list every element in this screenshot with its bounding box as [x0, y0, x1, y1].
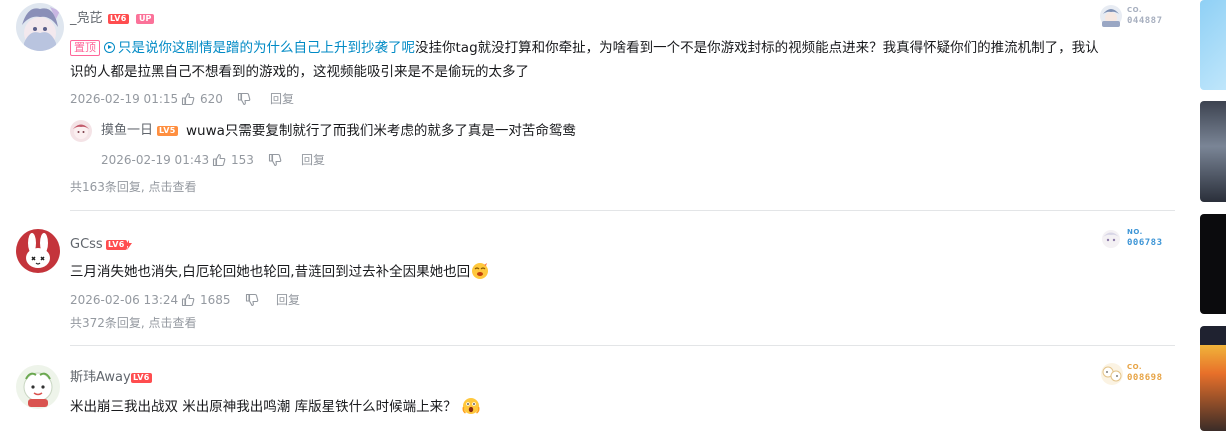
fan-badge-label: CO.: [1127, 6, 1143, 14]
sub-reply-meta: 2026-02-19 01:43 153 回复: [101, 152, 401, 168]
avatar[interactable]: [16, 365, 60, 409]
comment-item: _凫芘 LV6 UP CO. 044887 置顶 只是说你这剧情是蹭的为什么自己上…: [0, 0, 1186, 200]
reply-button[interactable]: 回复: [276, 292, 300, 308]
like-count: 620: [200, 92, 223, 106]
up-badge: UP: [136, 14, 155, 24]
level-badge: LV6: [131, 373, 152, 383]
fan-badge-label: CO.: [1127, 363, 1143, 371]
like-count: 1685: [200, 293, 231, 307]
username[interactable]: 斯玮Away: [70, 370, 131, 386]
fan-badge-number: 044887: [1127, 16, 1163, 26]
thumb-down-icon[interactable]: [268, 153, 282, 167]
comment-feed: _凫芘 LV6 UP CO. 044887 置顶 只是说你这剧情是蹭的为什么自己上…: [0, 0, 1186, 431]
thumb-down-icon[interactable]: [245, 293, 259, 307]
comment-item: 斯玮Away LV6 CO. 008698 米出崩三我出战双 米出原神我出鸣潮 …: [0, 355, 1186, 431]
level-badge: LV6: [108, 14, 129, 24]
view-replies-link[interactable]: 共163条回复, 点击查看: [70, 179, 197, 195]
comment-item: GCss LV6 NO. 006783 三月消失她也消失,白厄轮回她也轮回,昔涟…: [0, 222, 1186, 342]
thumb-up-icon[interactable]: [181, 293, 195, 307]
level-badge: LV6: [106, 240, 127, 250]
comment-text-body: 米出崩三我出战双 米出原神我出鸣潮 库版星铁什么时候端上来？: [70, 399, 457, 415]
username[interactable]: _凫芘: [70, 11, 103, 27]
reply-button[interactable]: 回复: [270, 91, 294, 107]
video-jump-text: 只是说你这剧情是蹭的为什么自己上升到抄袭了呢: [118, 40, 415, 56]
comment-text-body: 三月消失她也消失,白厄轮回她也轮回,昔涟回到过去补全因果她也回: [70, 264, 471, 280]
comment-divider: [70, 210, 1175, 211]
thumb-up-icon[interactable]: [212, 153, 226, 167]
sub-reply-avatar[interactable]: [70, 120, 92, 142]
sub-reply-time: 2026-02-19 01:43: [101, 153, 210, 167]
fan-badge: CO. 008698: [1099, 361, 1169, 387]
fan-badge-icon: [1102, 230, 1120, 248]
related-video-thumbnail[interactable]: [1200, 0, 1226, 90]
comment-time: 2026-02-19 01:15: [70, 92, 179, 106]
comment-meta: 2026-02-06 13:24 1685 回复: [70, 292, 470, 308]
fan-badge-label: NO.: [1127, 228, 1143, 236]
pinned-tag: 置顶: [70, 40, 100, 56]
emoji-icon: [472, 263, 489, 279]
fan-badge-icon: [1101, 363, 1123, 385]
related-video-thumbnail[interactable]: [1200, 214, 1226, 314]
play-circle-icon: [104, 42, 115, 53]
related-video-thumbnail[interactable]: [1200, 326, 1226, 431]
comment-time: 2026-02-06 13:24: [70, 293, 179, 307]
comment-text: 米出崩三我出战双 米出原神我出鸣潮 库版星铁什么时候端上来？: [70, 395, 1170, 419]
avatar[interactable]: [16, 3, 64, 51]
comment-meta: 2026-02-19 01:15 620 回复: [70, 91, 470, 107]
comment-text-line2: 识的人都是拉黑自己不想看到的游戏的，这视频能吸引来是不是偷玩的太多了: [70, 64, 529, 80]
lightning-icon: [125, 240, 132, 250]
fan-badge: NO. 006783: [1099, 226, 1169, 252]
sub-reply-level-badge: LV5: [157, 126, 178, 136]
fan-badge-icon: [1100, 5, 1122, 27]
view-replies-link[interactable]: 共372条回复, 点击查看: [70, 315, 197, 331]
fan-badge-number: 008698: [1127, 373, 1163, 383]
comment-divider: [70, 345, 1175, 346]
comment-text-line1: 没挂你tag就没打算和你牵扯，为啥看到一个不是你游戏封标的视频能点进来？我真得怀…: [415, 40, 1099, 56]
fan-badge-number: 006783: [1127, 238, 1163, 248]
shocked-emoji-icon: [462, 398, 480, 414]
video-jump-link[interactable]: 只是说你这剧情是蹭的为什么自己上升到抄袭了呢: [104, 40, 415, 56]
sub-reply-like-count: 153: [231, 153, 254, 167]
comment-text: 置顶 只是说你这剧情是蹭的为什么自己上升到抄袭了呢没挂你tag就没打算和你牵扯，为…: [70, 36, 1180, 84]
thumb-down-icon[interactable]: [237, 92, 251, 106]
sub-reply-username[interactable]: 摸鱼一日: [101, 123, 153, 139]
username[interactable]: GCss: [70, 237, 103, 253]
fan-badge: CO. 044887: [1099, 4, 1169, 30]
sub-reply-text: wuwa只需要复制就行了而我们米考虑的就多了真是一对苦命鸳鸯: [186, 123, 576, 139]
comment-text: 三月消失她也消失,白厄轮回她也轮回,昔涟回到过去补全因果她也回: [70, 260, 1170, 284]
thumb-up-icon[interactable]: [181, 92, 195, 106]
related-video-strip: [1200, 0, 1226, 431]
related-video-thumbnail[interactable]: [1200, 101, 1226, 202]
avatar[interactable]: [16, 229, 60, 273]
sub-reply-reply-button[interactable]: 回复: [301, 152, 325, 168]
